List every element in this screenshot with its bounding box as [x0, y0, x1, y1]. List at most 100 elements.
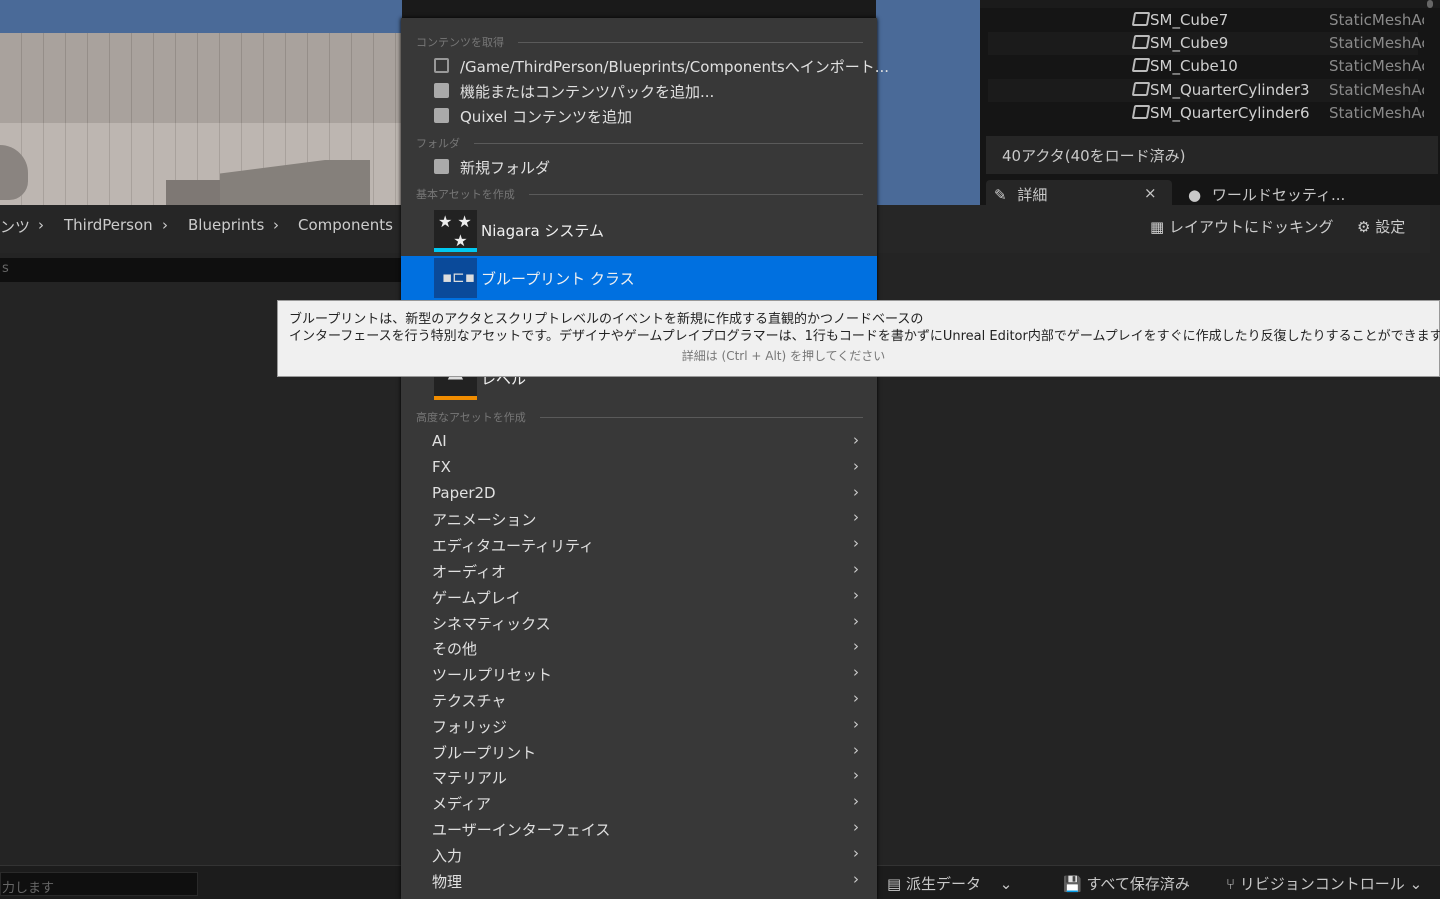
- submenu-label: オーディオ: [432, 563, 506, 581]
- tab-world-settings[interactable]: ● ワールドセッティ...: [1180, 180, 1353, 206]
- submenu-label: その他: [432, 640, 478, 659]
- tab-details[interactable]: ✎ 詳細 ×: [986, 180, 1172, 206]
- breadcrumb-item[interactable]: Components: [298, 216, 393, 234]
- submenu-label: マテリアル: [432, 769, 507, 788]
- save-all-button[interactable]: 💾 すべて保存済み: [1063, 873, 1190, 894]
- static-mesh-icon: [1131, 12, 1151, 26]
- submenu-1[interactable]: FX ›: [401, 455, 877, 481]
- chevron-right-icon: ›: [853, 869, 859, 888]
- outliner-row[interactable]: SM_QuarterCylinder3StaticMeshActor: [988, 79, 1424, 102]
- chevron-down-icon: ⌄: [1409, 875, 1423, 893]
- layout-icon: ▦: [1150, 218, 1165, 236]
- menu-item-add-quixel[interactable]: Quixel コンテンツを追加: [401, 104, 877, 129]
- submenu-6[interactable]: ゲームプレイ ›: [401, 584, 877, 610]
- chevron-right-icon: ›: [853, 714, 859, 733]
- submenu-7[interactable]: シネマティックス ›: [401, 610, 877, 636]
- submenu-label: 物理: [432, 872, 463, 891]
- submenu-16[interactable]: 入力 ›: [401, 842, 877, 868]
- submenu-0[interactable]: AI ›: [401, 429, 877, 455]
- viewport-wall: [0, 33, 402, 123]
- menu-item-niagara-system[interactable]: ★ ★ ★ Niagara システム: [401, 208, 877, 252]
- submenu-13[interactable]: マテリアル ›: [401, 764, 877, 790]
- submenu-9[interactable]: ツールプリセット ›: [401, 661, 877, 687]
- chevron-right-icon: ›: [853, 663, 859, 682]
- feature-pack-icon: [434, 83, 449, 98]
- add-asset-menu: コンテンツを取得 /Game/ThirdPerson/Blueprints/Co…: [401, 18, 889, 899]
- quixel-icon: [434, 108, 449, 123]
- submenu-label: ユーザーインターフェイス: [432, 821, 611, 839]
- submenu-5[interactable]: オーディオ ›: [401, 558, 877, 584]
- chevron-right-icon: ›: [853, 456, 859, 475]
- chevron-right-icon: ›: [853, 482, 859, 501]
- submenu-label: AI: [432, 432, 447, 450]
- menu-item-blueprint-class[interactable]: ▪⊏▪ ブループリント クラス: [401, 256, 877, 300]
- submenu-17[interactable]: 物理 ›: [401, 868, 877, 894]
- submenu-12[interactable]: ブループリント ›: [401, 739, 877, 765]
- static-mesh-icon: [1131, 82, 1151, 96]
- chevron-right-icon: ›: [38, 216, 44, 234]
- submenu-label: FX: [432, 457, 451, 476]
- outliner-row[interactable]: SM_QuarterCylinder6StaticMeshActor: [988, 102, 1424, 125]
- chevron-down-icon: ⌄: [999, 875, 1013, 893]
- pencil-icon: ✎: [994, 186, 1007, 204]
- gear-icon: ⚙: [1357, 218, 1371, 236]
- submenu-label: メディア: [432, 795, 491, 814]
- outliner-scrollbar[interactable]: [1427, 0, 1433, 8]
- submenu-label: 入力: [432, 846, 463, 865]
- submenu-2[interactable]: Paper2D ›: [401, 481, 877, 507]
- branch-icon: ⑂: [1226, 875, 1236, 893]
- chevron-right-icon: ›: [853, 740, 859, 759]
- breadcrumb-item[interactable]: ンツ: [0, 216, 30, 237]
- close-tab-button[interactable]: ×: [1144, 184, 1157, 202]
- save-icon: 💾: [1063, 875, 1082, 893]
- submenu-label: エディタユーティリティ: [432, 537, 595, 556]
- chevron-right-icon: ›: [853, 843, 859, 862]
- submenu-label: テクスチャ: [432, 692, 507, 710]
- submenu-11[interactable]: フォリッジ ›: [401, 713, 877, 739]
- submenu-label: Paper2D: [432, 483, 496, 502]
- derived-data-button[interactable]: ▤ 派生データ ⌄: [887, 873, 1012, 894]
- submenu-4[interactable]: エディタユーティリティ ›: [401, 532, 877, 558]
- outliner-row[interactable]: SM_Cube9StaticMeshActor: [988, 32, 1424, 55]
- submenu-label: シネマティックス: [432, 614, 551, 633]
- section-header-get-content: コンテンツを取得: [416, 34, 863, 50]
- niagara-icon: ★ ★ ★: [434, 210, 477, 250]
- settings-button[interactable]: ⚙ 設定: [1357, 216, 1405, 237]
- chevron-right-icon: ›: [853, 637, 859, 656]
- submenu-3[interactable]: アニメーション ›: [401, 506, 877, 532]
- chevron-right-icon: ›: [162, 216, 168, 234]
- static-mesh-icon: [1131, 35, 1151, 49]
- menu-item-add-feature-pack[interactable]: 機能またはコンテンツパックを追加...: [401, 79, 877, 104]
- submenu-8[interactable]: その他 ›: [401, 635, 877, 661]
- console-input[interactable]: 力します: [0, 872, 198, 896]
- outliner-row[interactable]: SM_Cube10StaticMeshActor: [988, 55, 1424, 78]
- submenu-10[interactable]: テクスチャ ›: [401, 687, 877, 713]
- menu-item-import[interactable]: /Game/ThirdPerson/Blueprints/Componentsへ…: [401, 54, 889, 79]
- chevron-right-icon: ›: [853, 792, 859, 811]
- chevron-right-icon: ›: [853, 431, 859, 449]
- chevron-right-icon: ›: [853, 766, 859, 785]
- submenu-label: ゲームプレイ: [432, 588, 521, 607]
- submenu-14[interactable]: メディア ›: [401, 790, 877, 816]
- chevron-right-icon: ›: [853, 689, 859, 707]
- breadcrumb-item[interactable]: ThirdPerson: [64, 216, 153, 234]
- menu-item-new-folder[interactable]: 新規フォルダ: [401, 155, 877, 180]
- blueprint-class-tooltip: ブループリントは、新型のアクタとスクリプトレベルのイベントを新規に作成する直観的…: [277, 300, 1440, 377]
- section-header-advanced-assets: 高度なアセットを作成: [416, 409, 863, 425]
- submenu-label: ブループリント: [432, 743, 537, 762]
- revision-control-button[interactable]: ⑂ リビジョンコントロール ⌄: [1226, 873, 1422, 894]
- filter-input[interactable]: s: [0, 258, 402, 282]
- static-mesh-icon: [1131, 58, 1151, 72]
- submenu-label: アニメーション: [432, 511, 537, 530]
- breadcrumb-item[interactable]: Blueprints: [188, 216, 264, 234]
- chevron-right-icon: ›: [853, 585, 859, 604]
- dock-in-layout-button[interactable]: ▦ レイアウトにドッキング: [1150, 216, 1334, 237]
- submenu-15[interactable]: ユーザーインターフェイス ›: [401, 816, 877, 842]
- level-viewport[interactable]: [0, 0, 402, 205]
- import-icon: [434, 58, 449, 73]
- outliner-row[interactable]: SM_Cube7StaticMeshActor: [988, 9, 1424, 32]
- globe-icon: ●: [1188, 186, 1202, 204]
- chevron-right-icon: ›: [853, 508, 859, 527]
- static-mesh-icon: [1131, 105, 1151, 119]
- submenu-label: ツールプリセット: [432, 666, 553, 685]
